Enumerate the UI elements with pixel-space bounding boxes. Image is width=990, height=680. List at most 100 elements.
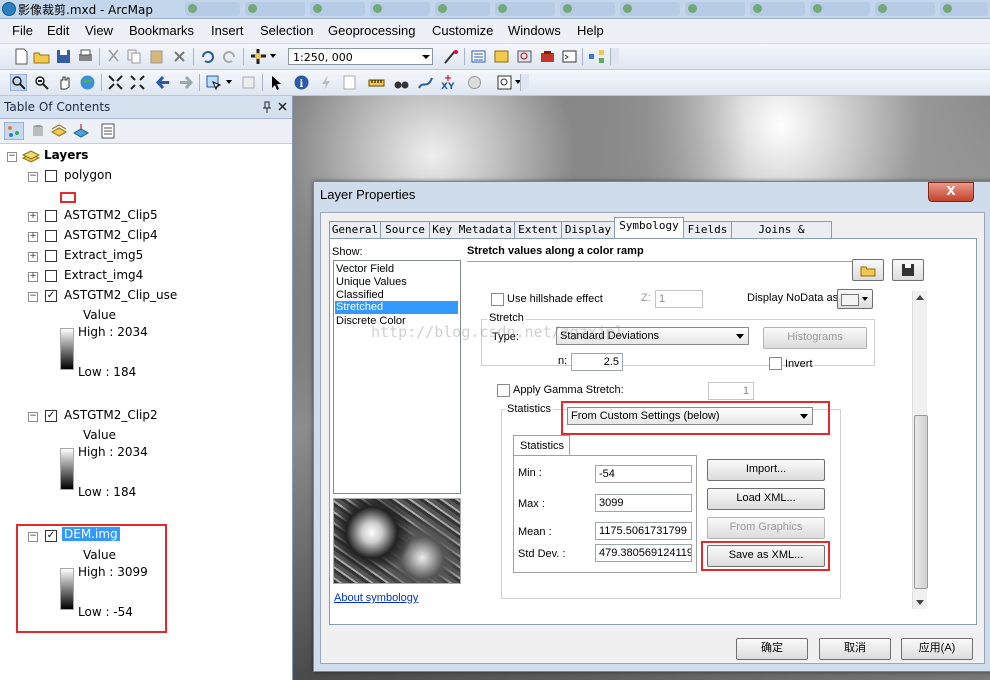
select-elements-arrow-icon[interactable]	[268, 74, 285, 91]
expand-toggle[interactable]: −	[7, 152, 17, 162]
layer-visibility-checkbox[interactable]: ✓	[45, 410, 57, 422]
measure-ruler-icon[interactable]	[368, 74, 385, 91]
list-item-unique-values[interactable]: Unique Values	[336, 276, 407, 288]
color-ramp-swatch[interactable]	[60, 448, 74, 490]
new-document-icon[interactable]	[13, 48, 30, 65]
expand-toggle[interactable]: +	[28, 252, 38, 262]
time-slider-icon[interactable]	[466, 74, 483, 91]
options-scrollbar[interactable]	[912, 291, 928, 609]
list-by-source-icon[interactable]	[30, 123, 46, 139]
browser-tab[interactable]	[310, 2, 365, 16]
save-symbology-button[interactable]	[892, 259, 924, 281]
browser-tab[interactable]	[620, 2, 680, 16]
create-viewer-window-icon[interactable]	[496, 74, 513, 91]
options-icon[interactable]	[101, 123, 115, 139]
mean-value-field[interactable]: 1175.5061731799	[595, 522, 692, 540]
tab-display[interactable]: Display	[561, 221, 615, 238]
redo-icon[interactable]	[221, 48, 238, 65]
expand-toggle[interactable]: −	[28, 292, 38, 302]
tab-key-metadata[interactable]: Key Metadata	[429, 221, 515, 238]
tab-symbology[interactable]: Symbology	[614, 217, 684, 239]
pan-hand-icon[interactable]	[56, 74, 73, 91]
tab-source[interactable]: Source	[380, 221, 430, 238]
tab-extent[interactable]: Extent	[514, 221, 562, 238]
expand-toggle[interactable]: −	[28, 172, 38, 182]
from-graphics-button[interactable]: From Graphics	[707, 517, 825, 539]
catalog-icon[interactable]	[493, 48, 510, 65]
color-ramp-swatch[interactable]	[60, 328, 74, 370]
hillshade-checkbox[interactable]	[491, 293, 504, 306]
load-xml-button[interactable]: Load XML...	[707, 488, 825, 510]
scroll-down-icon[interactable]	[916, 600, 924, 605]
add-data-dropdown-icon[interactable]	[270, 54, 276, 58]
nodata-color-picker[interactable]	[837, 289, 873, 309]
polygon-symbol-swatch[interactable]	[60, 192, 76, 203]
import-symbology-button[interactable]	[852, 259, 884, 281]
menu-bookmarks[interactable]: Bookmarks	[129, 23, 194, 38]
clear-selection-icon[interactable]	[240, 74, 257, 91]
browser-tab[interactable]	[940, 2, 988, 16]
menu-view[interactable]: View	[85, 23, 113, 38]
expand-toggle[interactable]: +	[28, 232, 38, 242]
layer-name[interactable]: ASTGTM2_Clip2	[64, 408, 158, 422]
add-data-icon[interactable]	[250, 48, 267, 65]
cut-icon[interactable]	[105, 48, 122, 65]
layer-visibility-checkbox[interactable]	[45, 250, 57, 262]
histograms-button[interactable]: Histograms	[763, 327, 867, 349]
layer-name[interactable]: ASTGTM2_Clip_use	[64, 288, 177, 302]
python-window-icon[interactable]	[561, 48, 578, 65]
menu-customize[interactable]: Customize	[432, 23, 493, 38]
scroll-up-icon[interactable]	[916, 295, 924, 300]
n-value-field[interactable]: 2.5	[571, 353, 623, 371]
model-builder-icon[interactable]	[588, 48, 605, 65]
browser-tab[interactable]	[685, 2, 745, 16]
delete-icon[interactable]	[171, 48, 188, 65]
expand-toggle[interactable]: +	[28, 212, 38, 222]
gamma-value-field[interactable]: 1	[708, 382, 754, 400]
browser-tab[interactable]	[495, 2, 555, 16]
go-to-xy-icon[interactable]: XY	[440, 74, 457, 91]
layer-name[interactable]: polygon	[64, 168, 112, 182]
hyperlink-lightning-icon[interactable]	[318, 74, 335, 91]
toolbar-overflow-icon[interactable]	[610, 48, 619, 65]
menu-file[interactable]: File	[12, 23, 33, 38]
browser-tab[interactable]	[875, 2, 935, 16]
editor-toolbar-icon[interactable]	[443, 48, 460, 65]
menu-insert[interactable]: Insert	[211, 23, 244, 38]
layer-name[interactable]: ASTGTM2_Clip5	[64, 208, 158, 222]
browser-tab[interactable]	[245, 2, 305, 16]
max-value-field[interactable]: 3099	[595, 494, 692, 512]
tab-fields[interactable]: Fields	[683, 221, 732, 238]
browser-tab[interactable]	[560, 2, 615, 16]
browser-tab[interactable]	[185, 2, 240, 16]
browser-tab[interactable]	[370, 2, 430, 16]
layer-visibility-checkbox[interactable]	[45, 270, 57, 282]
list-item-vector-field[interactable]: Vector Field	[336, 263, 394, 275]
min-value-field[interactable]: -54	[595, 465, 692, 483]
layer-name[interactable]: ASTGTM2_Clip4	[64, 228, 158, 242]
select-dropdown-icon[interactable]	[226, 80, 232, 84]
layer-name[interactable]: Extract_img4	[64, 268, 143, 282]
map-scale-combo[interactable]: 1:250, 000	[288, 48, 433, 65]
zoom-out-icon[interactable]	[33, 74, 50, 91]
z-factor-field[interactable]: 1	[655, 290, 703, 308]
layer-visibility-checkbox[interactable]	[45, 230, 57, 242]
undo-icon[interactable]	[199, 48, 216, 65]
expand-toggle[interactable]: +	[28, 272, 38, 282]
browser-tab[interactable]	[435, 2, 490, 16]
tab-joins-relates[interactable]: Joins & Relates	[731, 221, 832, 252]
zoom-in-icon[interactable]	[10, 74, 27, 91]
menu-selection[interactable]: Selection	[260, 23, 313, 38]
open-folder-icon[interactable]	[33, 48, 50, 65]
browser-tab[interactable]	[810, 2, 870, 16]
layer-visibility-checkbox[interactable]: ✓	[45, 290, 57, 302]
forward-arrow-icon[interactable]	[177, 74, 194, 91]
identify-icon[interactable]: i	[293, 74, 310, 91]
layer-visibility-checkbox[interactable]	[45, 170, 57, 182]
copy-icon[interactable]	[126, 48, 143, 65]
search-window-icon[interactable]	[516, 48, 533, 65]
save-icon[interactable]	[55, 48, 72, 65]
import-button[interactable]: Import...	[707, 459, 825, 481]
menu-edit[interactable]: Edit	[47, 23, 69, 38]
menu-geoprocessing[interactable]: Geoprocessing	[328, 23, 415, 38]
